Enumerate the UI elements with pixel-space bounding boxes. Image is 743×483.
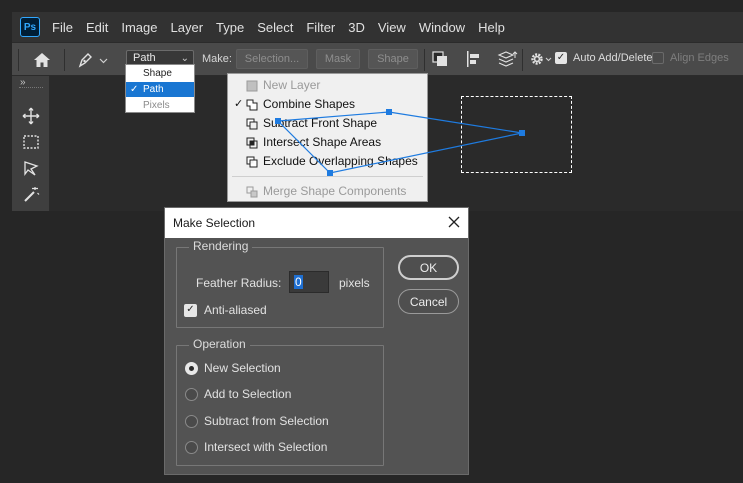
radio-label: Subtract from Selection	[204, 414, 329, 428]
rendering-legend: Rendering	[189, 239, 253, 253]
path-operations-menu: New Layer ✓ Combine Shapes Subtract Fron…	[227, 73, 428, 202]
make-selection-dialog: Make Selection Rendering Feather Radius:…	[164, 207, 469, 475]
move-tool-icon[interactable]	[21, 106, 41, 126]
ok-button[interactable]: OK	[398, 255, 459, 280]
menu-item-combine-shapes[interactable]: ✓ Combine Shapes	[228, 95, 427, 113]
path-arrangement-icon[interactable]	[496, 49, 518, 69]
menu-item-label: Intersect Shape Areas	[263, 135, 382, 149]
gear-icon[interactable]	[528, 49, 558, 69]
menu-file[interactable]: File	[52, 20, 73, 35]
rectangular-marquee-tool-icon[interactable]	[21, 132, 41, 152]
mode-select-value: Path	[133, 52, 156, 64]
separator	[64, 49, 65, 71]
radio-new-selection[interactable]: New Selection	[185, 361, 375, 377]
radio-unselected-icon	[185, 415, 198, 428]
menu-item-label: Subtract Front Shape	[263, 116, 378, 130]
menu-separator	[232, 176, 423, 177]
mode-option-pixels[interactable]: Pixels	[126, 98, 194, 113]
options-bar: Path ⌄ Make: Selection... Mask Shape ✓ A…	[12, 42, 743, 76]
close-icon[interactable]	[446, 214, 462, 230]
separator	[424, 49, 425, 71]
photoshop-logo-icon: Ps	[20, 17, 40, 37]
merge-shape-components-icon	[246, 185, 258, 198]
mode-option-path[interactable]: ✓ Path	[126, 82, 194, 97]
radio-subtract-from-selection[interactable]: Subtract from Selection	[185, 414, 375, 430]
mode-dropdown-list: Shape ✓ Path Pixels	[125, 64, 195, 113]
align-edges-checkbox[interactable]: Align Edges	[652, 52, 729, 64]
menu-item-label: Exclude Overlapping Shapes	[263, 154, 418, 168]
menu-view[interactable]: View	[378, 20, 406, 35]
feather-radius-value: 0	[294, 275, 303, 289]
checkbox-checked-icon: ✓	[184, 303, 197, 317]
menu-type[interactable]: Type	[216, 20, 244, 35]
selection-marquee	[461, 96, 572, 173]
lasso-tool-icon[interactable]	[21, 158, 41, 178]
checkmark-icon: ✓	[234, 98, 244, 110]
menu-layer[interactable]: Layer	[171, 20, 204, 35]
combine-shapes-icon	[246, 98, 258, 111]
subtract-front-shape-icon	[246, 117, 258, 130]
auto-add-delete-checkbox[interactable]: ✓ Auto Add/Delete	[555, 52, 653, 64]
menu-3d[interactable]: 3D	[348, 20, 365, 35]
checkbox-checked-icon: ✓	[555, 52, 567, 64]
path-operations-icon[interactable]	[430, 49, 450, 69]
make-selection-button[interactable]: Selection...	[236, 49, 308, 69]
menu-item-subtract-front-shape[interactable]: Subtract Front Shape	[228, 114, 427, 132]
dialog-title: Make Selection	[173, 216, 256, 230]
make-shape-button[interactable]: Shape	[368, 49, 418, 69]
menu-bar: Ps File Edit Image Layer Type Select Fil…	[12, 12, 743, 42]
menu-item-label: Combine Shapes	[263, 97, 356, 111]
radio-intersect-with-selection[interactable]: Intersect with Selection	[185, 440, 375, 456]
options-bar-grip	[18, 49, 19, 71]
radio-label: New Selection	[204, 361, 281, 375]
menu-item-exclude-overlapping-shapes[interactable]: Exclude Overlapping Shapes	[228, 152, 427, 170]
anti-aliased-checkbox[interactable]: ✓ Anti-aliased	[184, 303, 267, 317]
menu-item-merge-shape-components[interactable]: Merge Shape Components	[228, 182, 427, 200]
pen-tool-preset-icon[interactable]	[76, 51, 110, 69]
feather-radius-label: Feather Radius:	[196, 276, 282, 290]
mode-option-label: Pixels	[143, 100, 170, 111]
radio-unselected-icon	[185, 441, 198, 454]
radio-selected-icon	[185, 362, 198, 375]
panel-grip[interactable]	[19, 87, 43, 90]
auto-add-delete-label: Auto Add/Delete	[573, 52, 653, 64]
home-icon[interactable]	[32, 51, 52, 69]
operation-legend: Operation	[189, 337, 250, 351]
radio-label: Add to Selection	[204, 387, 292, 401]
cancel-button[interactable]: Cancel	[398, 289, 459, 314]
feather-radius-input[interactable]: 0	[289, 271, 329, 293]
mode-option-label: Path	[143, 84, 164, 95]
anti-aliased-label: Anti-aliased	[204, 303, 267, 317]
menu-filter[interactable]: Filter	[306, 20, 335, 35]
checkbox-unchecked-icon	[652, 52, 664, 64]
menu-item-new-layer[interactable]: New Layer	[228, 76, 427, 94]
radio-unselected-icon	[185, 388, 198, 401]
mode-option-shape[interactable]: Shape	[126, 66, 194, 81]
dialog-titlebar[interactable]: Make Selection	[165, 208, 468, 238]
checkmark-icon: ✓	[130, 84, 139, 95]
menu-item-label: Merge Shape Components	[263, 184, 407, 198]
radio-add-to-selection[interactable]: Add to Selection	[185, 387, 375, 403]
exclude-overlapping-shapes-icon	[246, 155, 258, 168]
magic-wand-tool-icon[interactable]	[21, 184, 41, 204]
make-mask-button[interactable]: Mask	[316, 49, 360, 69]
menu-edit[interactable]: Edit	[86, 20, 108, 35]
radio-label: Intersect with Selection	[204, 440, 328, 454]
menu-help[interactable]: Help	[478, 20, 505, 35]
menu-window[interactable]: Window	[419, 20, 465, 35]
menu-item-intersect-shape-areas[interactable]: Intersect Shape Areas	[228, 133, 427, 151]
mode-option-label: Shape	[143, 68, 172, 79]
tools-panel: »	[12, 76, 50, 211]
menu-item-label: New Layer	[263, 78, 321, 92]
align-edges-label: Align Edges	[670, 52, 729, 64]
intersect-shape-areas-icon	[246, 136, 258, 149]
menu-select[interactable]: Select	[257, 20, 293, 35]
feather-unit-label: pixels	[339, 276, 370, 290]
separator	[522, 49, 523, 71]
new-layer-icon	[246, 79, 258, 92]
path-alignment-icon[interactable]	[464, 49, 484, 69]
menu-image[interactable]: Image	[121, 20, 157, 35]
make-label: Make:	[202, 53, 232, 65]
